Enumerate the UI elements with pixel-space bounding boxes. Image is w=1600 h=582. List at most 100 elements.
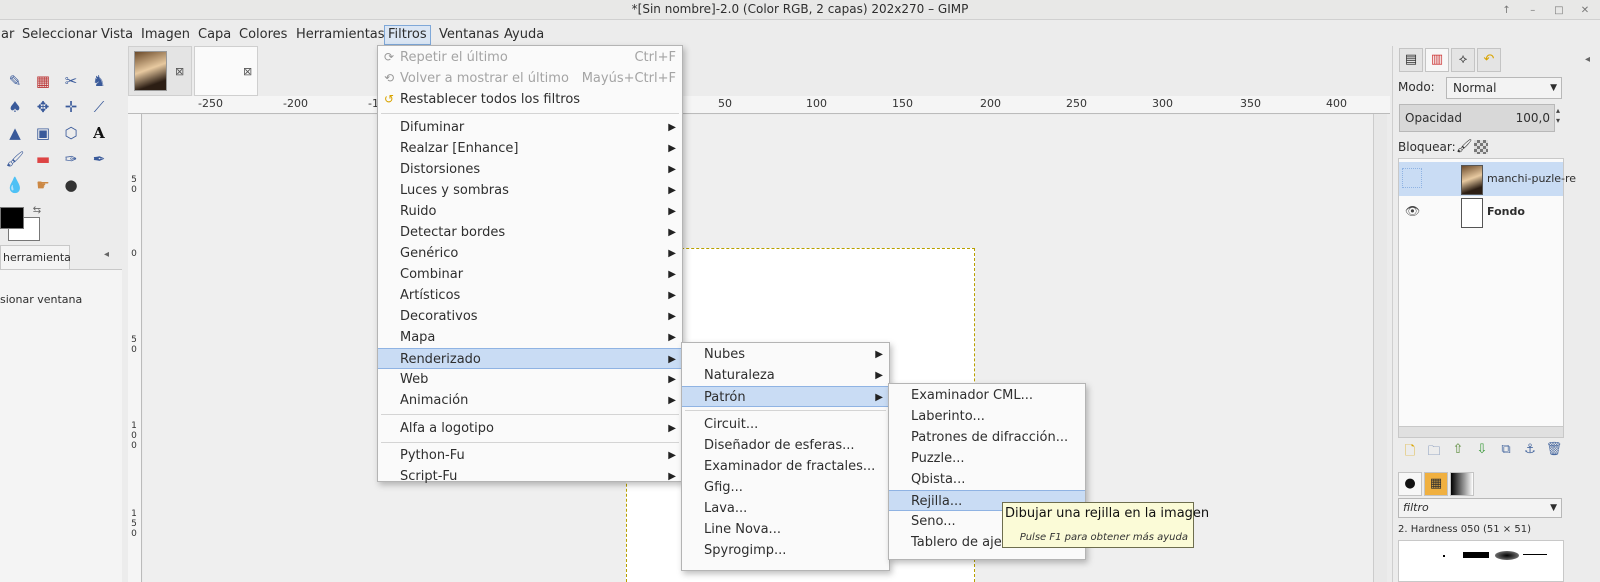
menu-item-spyrogimp[interactable]: Spyrogimp...	[682, 540, 889, 561]
menu-item-combinar[interactable]: Combinar ▶	[378, 264, 682, 285]
menu-item-nubes[interactable]: Nubes ▶	[682, 344, 889, 365]
blur-icon[interactable]: 💧	[4, 174, 26, 196]
menu-item-laberinto[interactable]: Laberinto...	[889, 406, 1085, 427]
close-tab-icon[interactable]: ⊠	[243, 65, 252, 78]
menu-item-reshow-last[interactable]: ⟲ Volver a mostrar el último Mayús+Ctrl+…	[378, 68, 682, 89]
menu-item-luces-sombras[interactable]: Luces y sombras ▶	[378, 180, 682, 201]
tab-menu-icon[interactable]: ◂	[104, 249, 109, 260]
menu-imagen[interactable]: Imagen	[138, 25, 193, 45]
menu-filtros[interactable]: Filtros	[384, 25, 431, 45]
dock-menu-icon[interactable]: ◂	[1585, 54, 1590, 65]
menu-item-naturaleza[interactable]: Naturaleza ▶	[682, 365, 889, 386]
image-tab-1[interactable]: ⊠	[128, 46, 192, 96]
menu-item-fractal-explorer[interactable]: Examinador de fractales...	[682, 456, 889, 477]
tool-options-tab[interactable]: herramienta	[0, 245, 71, 269]
menu-item-detectar-bordes[interactable]: Detectar bordes ▶	[378, 222, 682, 243]
menu-item-distorsiones[interactable]: Distorsiones ▶	[378, 159, 682, 180]
pencil-select-icon[interactable]: ✎	[4, 70, 26, 92]
menu-vista[interactable]: Vista	[98, 25, 136, 45]
anchor-layer-icon[interactable]: ⚓	[1520, 442, 1540, 457]
eye-icon[interactable]: 👁	[1405, 204, 1420, 218]
close-tab-icon[interactable]: ⊠	[175, 65, 184, 78]
image-tab-2[interactable]: ⊠	[194, 46, 258, 96]
menu-item-animacion[interactable]: Animación ▶	[378, 390, 682, 411]
brush-thumb[interactable]	[1463, 552, 1489, 558]
airbrush-icon[interactable]: ✑	[60, 148, 82, 170]
layer-row[interactable]: 👁 Fondo	[1399, 195, 1563, 229]
new-layer-group-icon[interactable]: 🗀	[1424, 442, 1444, 464]
visibility-toggle[interactable]	[1402, 168, 1422, 188]
canvas-vertical-scrollbar[interactable]	[1373, 114, 1387, 582]
minimize-window-icon[interactable]: –	[1526, 4, 1540, 18]
menu-item-renderizado[interactable]: Renderizado ▶	[378, 348, 682, 369]
menu-item-web[interactable]: Web ▶	[378, 369, 682, 390]
crop-icon[interactable]: ▣	[32, 122, 54, 144]
menu-capa[interactable]: Capa	[195, 25, 234, 45]
menu-item-python-fu[interactable]: Python-Fu ▶	[378, 445, 682, 466]
menu-ayuda[interactable]: Ayuda	[501, 25, 547, 45]
menu-herramientas[interactable]: Herramientas	[293, 25, 388, 45]
smudge-icon[interactable]: ☛	[32, 174, 54, 196]
text-tool-icon[interactable]: A	[88, 122, 110, 144]
maximize-window-icon[interactable]: □	[1552, 4, 1566, 18]
menu-item-generico[interactable]: Genérico ▶	[378, 243, 682, 264]
mode-select[interactable]: Normal ▼	[1446, 77, 1562, 99]
menu-item-reset-all-filters[interactable]: ↺ Restablecer todos los filtros	[378, 89, 682, 110]
menu-item-repeat-last[interactable]: ⟳ Repetir el último Ctrl+F	[378, 47, 682, 68]
layers-tab-icon[interactable]: ▤	[1399, 48, 1423, 72]
paintbrush-icon[interactable]: 🖌	[4, 148, 26, 170]
menu-item-circuit[interactable]: Circuit...	[682, 414, 889, 435]
paths-tab-icon[interactable]: ⟡	[1451, 48, 1475, 72]
shade-window-icon[interactable]: ↑	[1500, 4, 1514, 18]
menu-item-difuminar[interactable]: Difuminar ▶	[378, 117, 682, 138]
brushes-tab-icon[interactable]: ●	[1398, 472, 1422, 496]
layers-horizontal-scrollbar[interactable]	[1398, 426, 1564, 438]
raise-layer-icon[interactable]: ⇧	[1448, 442, 1468, 457]
ink-icon[interactable]: ✒	[88, 148, 110, 170]
foreground-color-front[interactable]	[0, 207, 24, 229]
brush-thumb[interactable]	[1443, 555, 1445, 557]
eraser-icon[interactable]: ▬	[32, 148, 54, 170]
menu-item-qbista[interactable]: Qbista...	[889, 469, 1085, 490]
close-window-icon[interactable]: ✕	[1578, 4, 1592, 18]
opacity-spinner[interactable]: Opacidad 100,0	[1399, 104, 1555, 132]
menu-item-artisticos[interactable]: Artísticos ▶	[378, 285, 682, 306]
menu-item-ruido[interactable]: Ruido ▶	[378, 201, 682, 222]
move-icon[interactable]: ✥	[32, 96, 54, 118]
menu-item-lava[interactable]: Lava...	[682, 498, 889, 519]
menu-colores[interactable]: Colores	[236, 25, 290, 45]
perspective-icon[interactable]: ▲	[4, 122, 26, 144]
menu-item-realzar[interactable]: Realzar [Enhance] ▶	[378, 138, 682, 159]
dodge-burn-icon[interactable]: ●	[60, 174, 82, 196]
channels-tab-icon[interactable]: ▥	[1425, 48, 1449, 72]
menu-item-sphere-designer[interactable]: Diseñador de esferas...	[682, 435, 889, 456]
delete-layer-icon[interactable]: 🗑	[1544, 442, 1564, 457]
layer-row[interactable]: manchi-puzle-re	[1399, 162, 1576, 196]
menu-item-alfa-logotipo[interactable]: Alfa a logotipo ▶	[378, 418, 682, 439]
duplicate-layer-icon[interactable]: ⧉	[1496, 442, 1516, 457]
cage-transform-icon[interactable]: ⬡	[60, 122, 82, 144]
menu-item-puzzle[interactable]: Puzzle...	[889, 448, 1085, 469]
brush-preview[interactable]	[1398, 540, 1564, 582]
menu-item-line-nova[interactable]: Line Nova...	[682, 519, 889, 540]
lock-alpha-icon[interactable]	[1474, 140, 1488, 154]
foreground-select-icon[interactable]: ♞	[88, 70, 110, 92]
brush-thumb[interactable]	[1495, 551, 1519, 560]
brush-thumb[interactable]	[1523, 554, 1547, 555]
brush-filter-input[interactable]: filtro ▼	[1398, 498, 1562, 518]
menu-item-patron[interactable]: Patrón ▶	[682, 386, 889, 407]
undo-history-tab-icon[interactable]: ↶	[1477, 48, 1501, 72]
new-layer-icon[interactable]: 🗋	[1400, 442, 1420, 464]
menu-item-gfig[interactable]: Gfig...	[682, 477, 889, 498]
lock-pixels-icon[interactable]: 🖌	[1456, 139, 1473, 154]
menu-item-script-fu[interactable]: Script-Fu ▶	[378, 466, 682, 487]
paths-icon[interactable]: ♠	[4, 96, 26, 118]
patterns-tab-icon[interactable]: ▦	[1424, 472, 1448, 496]
gradients-tab-icon[interactable]	[1450, 472, 1474, 496]
menu-item-mapa[interactable]: Mapa ▶	[378, 327, 682, 348]
lower-layer-icon[interactable]: ⇩	[1472, 442, 1492, 457]
menu-item-diffraction[interactable]: Patrones de difracción...	[889, 427, 1085, 448]
menu-item-decorativos[interactable]: Decorativos ▶	[378, 306, 682, 327]
menu-editar[interactable]: ar	[0, 25, 17, 45]
by-color-select-icon[interactable]: ▦	[32, 70, 54, 92]
